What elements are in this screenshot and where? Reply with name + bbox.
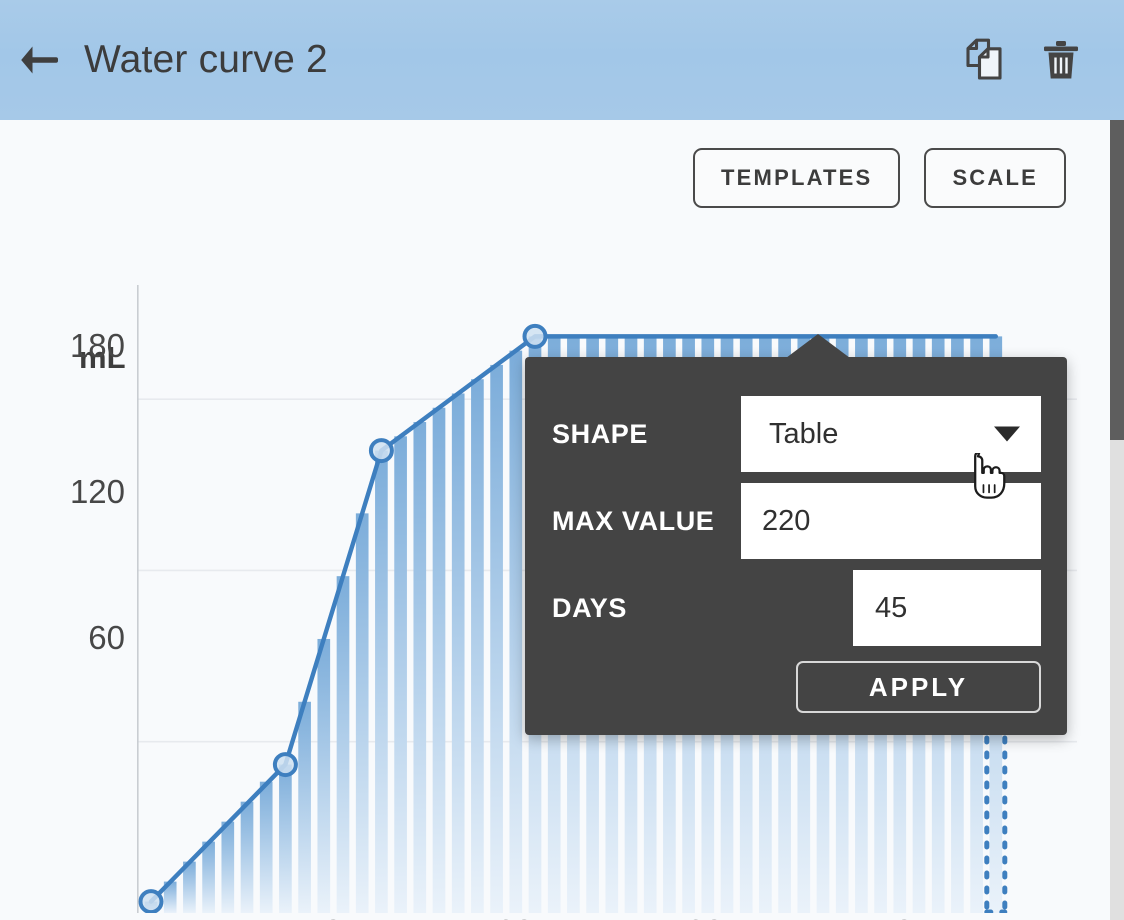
templates-button[interactable]: TEMPLATES — [693, 148, 901, 208]
x-tick-label: 10 — [306, 913, 343, 920]
back-button[interactable] — [0, 0, 78, 120]
chart-panel: TEMPLATES SCALE mL DAY 180 120 60 1 10 2… — [0, 120, 1110, 920]
scale-button[interactable]: SCALE — [924, 148, 1066, 208]
app-header: Water curve 2 — [0, 0, 1124, 120]
max-value-input[interactable]: 220 — [741, 483, 1041, 559]
x-axis-ticks: 1 10 20 30 40 — [0, 913, 1110, 920]
popup-arrow — [786, 334, 850, 358]
max-value-input-value: 220 — [762, 504, 811, 537]
x-tick-label: 1 — [142, 913, 160, 920]
x-tick-label: 20 — [497, 913, 534, 920]
duplicate-button[interactable] — [962, 37, 1008, 83]
vertical-scrollbar-track[interactable] — [1110, 120, 1124, 920]
y-tick-label: 120 — [69, 473, 125, 510]
delete-button[interactable] — [1038, 37, 1084, 83]
x-tick-label: 40 — [877, 913, 914, 920]
vertical-scrollbar-thumb[interactable] — [1110, 120, 1124, 440]
y-tick-label: 180 — [69, 327, 125, 364]
shape-select[interactable]: Table — [741, 396, 1041, 472]
copy-pages-icon — [966, 38, 1002, 80]
y-tick-label: 60 — [88, 619, 125, 656]
y-axis-ticks: 180 120 60 — [0, 120, 125, 920]
days-input-value: 45 — [875, 591, 908, 624]
page-title: Water curve 2 — [84, 38, 328, 81]
shape-label: SHAPE — [552, 418, 649, 449]
days-input[interactable]: 45 — [853, 570, 1041, 646]
x-tick-label: 30 — [687, 913, 724, 920]
templates-popup: SHAPE Table MAX VALUE 220 DAYS 45 APPLY — [525, 334, 1067, 735]
header-actions — [962, 37, 1124, 83]
arrow-left-icon — [21, 46, 58, 74]
days-label: DAYS — [552, 592, 627, 623]
trash-icon — [1044, 41, 1078, 79]
chart-toolbar: TEMPLATES SCALE — [693, 148, 1066, 208]
chevron-down-icon — [994, 426, 1020, 442]
apply-button[interactable]: APPLY — [796, 661, 1041, 713]
max-value-label: MAX VALUE — [552, 505, 715, 536]
shape-select-value: Table — [769, 417, 839, 450]
